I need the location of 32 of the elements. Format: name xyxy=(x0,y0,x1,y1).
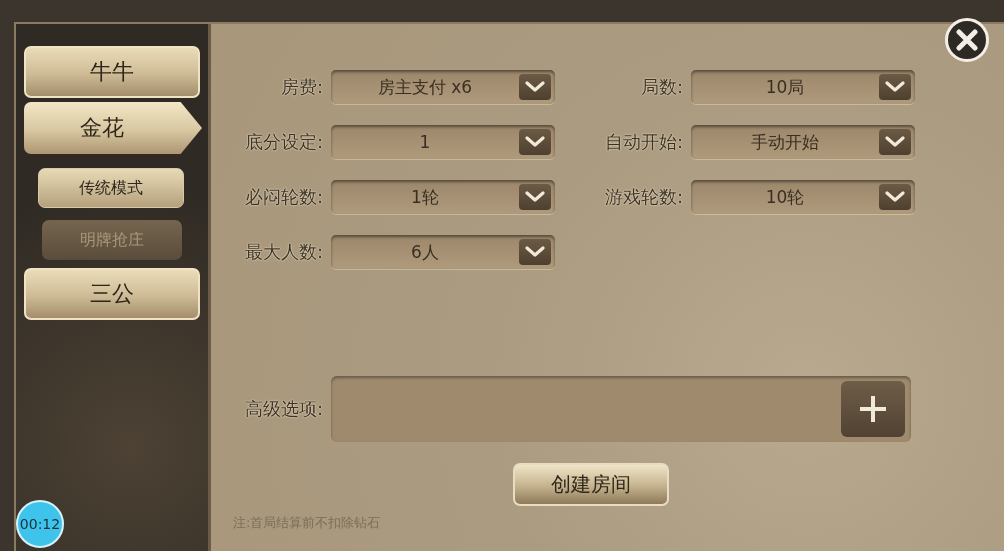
setting-label: 游戏轮数: xyxy=(603,185,683,209)
options-field[interactable] xyxy=(331,376,911,442)
chevron-down-icon xyxy=(885,191,905,203)
dropdown-field[interactable]: 房主支付 x6 xyxy=(331,70,555,104)
mode-tab[interactable]: 传统模式 xyxy=(38,168,184,208)
mode-tab[interactable]: 明牌抢庄 xyxy=(42,220,182,260)
dropdown-field[interactable]: 6人 xyxy=(331,235,555,269)
setting-label: 自动开始: xyxy=(603,130,683,154)
setting-label: 底分设定: xyxy=(243,130,323,154)
setting-label: 局数: xyxy=(639,75,683,99)
close-icon xyxy=(956,29,978,51)
setting-label: 必闷轮数: xyxy=(243,185,323,209)
setting-label: 房费: xyxy=(279,75,323,99)
dropdown-field[interactable]: 10轮 xyxy=(691,180,915,214)
create-room-button[interactable]: 创建房间 xyxy=(513,463,669,506)
add-button[interactable] xyxy=(841,381,905,437)
chevron-down-icon xyxy=(885,81,905,93)
game-tab[interactable]: 牛牛 xyxy=(24,46,200,98)
game-tab[interactable]: 三公 xyxy=(24,268,200,320)
dropdown-field[interactable]: 手动开始 xyxy=(691,125,915,159)
chevron-down-icon xyxy=(525,81,545,93)
dropdown-field[interactable]: 1轮 xyxy=(331,180,555,214)
setting-label: 最大人数: xyxy=(243,240,323,264)
game-tab[interactable]: 金花 xyxy=(24,102,202,154)
chevron-down-icon xyxy=(525,191,545,203)
dropdown-field[interactable]: 10局 xyxy=(691,70,915,104)
plus-icon xyxy=(858,394,888,424)
chevron-down-icon xyxy=(525,246,545,258)
setting-label: 高级选项: xyxy=(243,397,323,421)
dropdown-field[interactable]: 1 xyxy=(331,125,555,159)
chevron-down-icon xyxy=(525,136,545,148)
chevron-down-icon xyxy=(885,136,905,148)
